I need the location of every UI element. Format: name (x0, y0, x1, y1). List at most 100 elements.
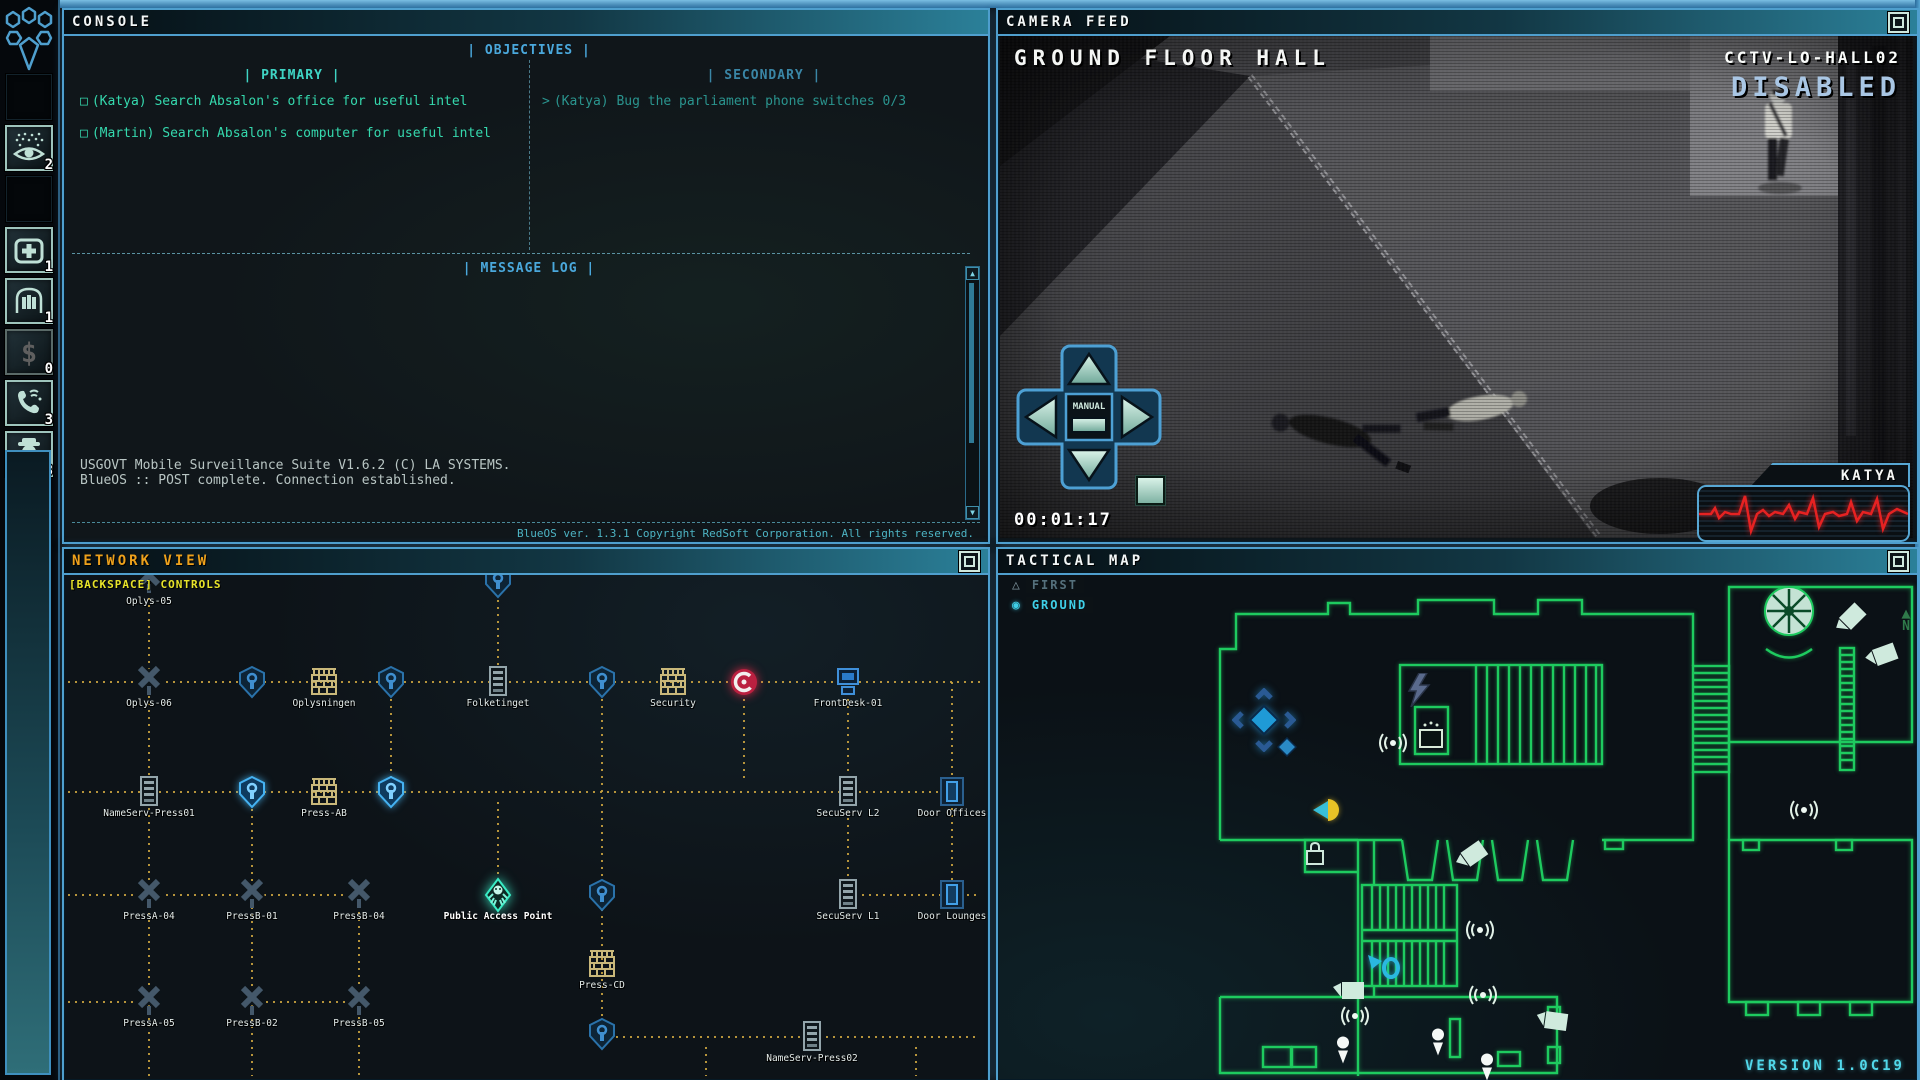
firewall-node-icon (307, 776, 341, 808)
sidebar-slot-ammo[interactable]: 1 (5, 278, 53, 324)
net-node-pressb-01[interactable]: PressB-01 (232, 877, 272, 913)
net-node[interactable] (232, 774, 272, 810)
net-node-pressa-04[interactable]: PressA-04 (129, 877, 169, 913)
scrollbar-thumb[interactable] (969, 283, 974, 443)
controls-hint: [BACKSPACE] CONTROLS (69, 578, 221, 591)
console-panel: CONSOLE | OBJECTIVES | | PRIMARY | | SEC… (62, 8, 990, 544)
floor-label: GROUND (1026, 597, 1093, 613)
net-node-label: PressB-01 (226, 911, 277, 922)
arrow-marker-icon: > (542, 94, 550, 109)
camera-node-icon (728, 666, 760, 698)
message-log-list: USGOVT Mobile Surveillance Suite V1.6.2 … (80, 458, 510, 488)
network-view-header: NETWORK VIEW (64, 549, 988, 575)
net-node[interactable] (724, 664, 764, 700)
camera-aux-button[interactable] (1136, 476, 1165, 505)
net-node-label: PressB-02 (226, 1018, 277, 1029)
camera-dpad[interactable] (1014, 342, 1164, 492)
net-node-oplysningen[interactable]: Oplysningen (304, 664, 344, 700)
camera-feed-header: CAMERA FEED (998, 10, 1917, 36)
padlock-marker (1304, 841, 1326, 867)
net-node-frontdesk-01[interactable]: FrontDesk-01 (828, 664, 868, 700)
minimize-button[interactable] (1888, 551, 1909, 572)
guard-marker (1313, 797, 1345, 823)
net-node-nameserv-press02[interactable]: NameServ-Press02 (792, 1019, 832, 1055)
shield-node-icon (587, 878, 617, 912)
console-title: CONSOLE (72, 14, 152, 30)
scroll-down-button[interactable]: ▼ (966, 506, 979, 519)
net-node[interactable] (371, 774, 411, 810)
ekg-line (1699, 496, 1908, 531)
network-canvas[interactable]: Oplys-05 Oplys-06 Oplysningen Folketinget Se… (64, 549, 988, 1080)
objective-secondary: >(Katya) Bug the parliament phone switch… (542, 94, 906, 109)
net-node-label: SecuServ L2 (817, 808, 880, 819)
net-node-folketinget[interactable]: Folketinget (478, 664, 518, 700)
net-node-label: Security (650, 698, 696, 709)
net-node[interactable] (371, 664, 411, 700)
net-node-label: NameServ-Press02 (766, 1053, 858, 1064)
objectives-header: | OBJECTIVES | (467, 43, 591, 58)
net-node-secuserv-l1[interactable]: SecuServ L1 (828, 877, 868, 913)
sidebar-slot-surveillance[interactable]: 2 (5, 125, 53, 171)
net-node-oplys-06[interactable]: Oplys-06 (129, 664, 169, 700)
shield-node-icon (376, 665, 406, 699)
sidebar: 211$033 (0, 0, 60, 1080)
minimize-button[interactable] (959, 551, 980, 572)
offline-node-icon (134, 665, 164, 699)
net-node-secuserv-l2[interactable]: SecuServ L2 (828, 774, 868, 810)
net-node[interactable] (582, 1016, 622, 1052)
net-node-pressb-05[interactable]: PressB-05 (339, 984, 379, 1020)
net-node[interactable] (582, 664, 622, 700)
footer-divider (72, 522, 980, 523)
net-node-label: Folketinget (467, 698, 530, 709)
net-node-security[interactable]: Security (653, 664, 693, 700)
agent-name: KATYA (1841, 468, 1898, 484)
net-node-public-access-point[interactable]: Public Access Point (478, 877, 518, 913)
camera-feed-panel: CAMERA FEED (996, 8, 1919, 544)
sidebar-slot-money[interactable]: $0 (5, 329, 53, 375)
server-node-icon (485, 665, 511, 699)
svg-text:$: $ (21, 338, 37, 368)
net-node-press-ab[interactable]: Press-AB (304, 774, 344, 810)
sidebar-slot-count: 2 (45, 157, 53, 173)
message-log-divider (72, 253, 970, 254)
console-footer: BlueOS ver. 1.3.1 Copyright RedSoft Corp… (517, 527, 974, 540)
net-node-pressa-05[interactable]: PressA-05 (129, 984, 169, 1020)
sidebar-slot-count: 3 (45, 412, 53, 428)
message-log-scrollbar[interactable]: ▲ ▼ (965, 266, 980, 520)
sidebar-slot-count: 1 (45, 259, 53, 275)
sidebar-slot-medkit[interactable]: 1 (5, 227, 53, 273)
net-node-label: Oplys-05 (126, 596, 172, 607)
objective-primary: □(Katya) Search Absalon's office for use… (80, 94, 491, 109)
network-view-panel: NETWORK VIEW [BACKSPACE] CONTROLS Oplys-… (62, 547, 990, 1080)
heartbeat-monitor (1697, 485, 1910, 542)
net-node-nameserv-press01[interactable]: NameServ-Press01 (129, 774, 169, 810)
net-node-label: PressA-05 (123, 1018, 174, 1029)
net-node-door-offices[interactable]: Door Offices (932, 774, 972, 810)
net-node-door-lounges[interactable]: Door Lounges (932, 877, 972, 913)
net-node[interactable] (232, 664, 272, 700)
net-node-label: PressB-05 (333, 1018, 384, 1029)
floor-button-ground[interactable]: ◉ GROUND (1012, 597, 1093, 613)
signal-marker (1468, 984, 1498, 1006)
agent-name-tab: KATYA (1750, 463, 1910, 487)
tactical-map-canvas[interactable]: ▲N (998, 549, 1917, 1080)
signal-marker (1465, 919, 1495, 941)
shield-node-icon (587, 1017, 617, 1051)
floor-button-first[interactable]: △ FIRST (1012, 577, 1084, 593)
net-node[interactable] (582, 877, 622, 913)
scroll-up-button[interactable]: ▲ (966, 267, 979, 280)
shield-node-icon (376, 775, 406, 809)
net-node-press-cd[interactable]: Press-CD (582, 946, 622, 982)
signal-marker (1378, 732, 1408, 754)
net-node-pressb-04[interactable]: PressB-04 (339, 877, 379, 913)
sidebar-slot-phone[interactable]: 3 (5, 380, 53, 426)
net-node-pressb-02[interactable]: PressB-02 (232, 984, 272, 1020)
net-node-label: Door Offices (918, 808, 987, 819)
door-node-icon (938, 879, 966, 911)
body-marker (1430, 1029, 1446, 1056)
minimize-button[interactable] (1888, 12, 1909, 33)
hazard-lightning-marker (1405, 673, 1435, 707)
floor-label: FIRST (1026, 577, 1084, 593)
eye-rain-icon (12, 131, 46, 165)
access-point-node-icon (480, 877, 516, 913)
